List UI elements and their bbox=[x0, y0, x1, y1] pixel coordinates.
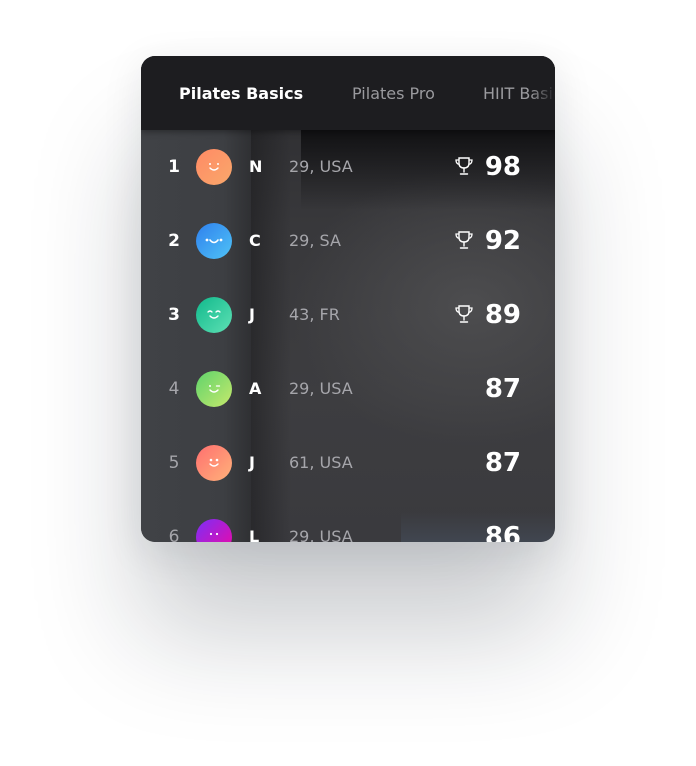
avatar bbox=[196, 445, 232, 481]
user-age-country: 29, USA bbox=[289, 379, 353, 398]
avatar bbox=[196, 297, 232, 333]
list-item[interactable]: 4 A 29, USA 87 bbox=[141, 352, 555, 426]
leaderboard-card: Pilates Basics Pilates Pro HIIT Basics 1… bbox=[141, 56, 555, 542]
user-initial: J bbox=[249, 453, 255, 472]
user-age-country: 29, SA bbox=[289, 231, 341, 250]
list-item[interactable]: 3 J 43, FR 89 bbox=[141, 278, 555, 352]
trophy-icon bbox=[455, 305, 473, 323]
trophy-icon bbox=[455, 157, 473, 175]
avatar bbox=[196, 371, 232, 407]
workout-tabs: Pilates Basics Pilates Pro HIIT Basics bbox=[141, 56, 555, 130]
squint-face-icon bbox=[207, 310, 221, 319]
page: Pilates Basics Pilates Pro HIIT Basics 1… bbox=[0, 0, 696, 766]
avatar bbox=[196, 223, 232, 259]
face-icon bbox=[209, 532, 219, 536]
tab-hiit-basics[interactable]: HIIT Basics bbox=[483, 83, 555, 105]
score-value: 89 bbox=[484, 300, 521, 330]
grin-face-icon bbox=[209, 458, 219, 467]
user-age-country: 29, USA bbox=[289, 527, 353, 542]
tab-pilates-basics[interactable]: Pilates Basics bbox=[179, 83, 303, 105]
rank-number: 1 bbox=[168, 157, 180, 177]
rank-number: 6 bbox=[168, 527, 180, 542]
rank-number: 5 bbox=[168, 453, 180, 473]
user-initial: L bbox=[249, 527, 260, 542]
tab-pilates-pro[interactable]: Pilates Pro bbox=[352, 83, 435, 105]
user-initial: A bbox=[249, 379, 262, 398]
score-value: 87 bbox=[484, 448, 521, 478]
avatar bbox=[196, 519, 232, 542]
rank-number: 2 bbox=[168, 231, 180, 251]
user-age-country: 29, USA bbox=[289, 157, 353, 176]
score-value: 87 bbox=[484, 374, 521, 404]
score-value: 86 bbox=[484, 522, 521, 542]
user-age-country: 61, USA bbox=[289, 453, 353, 472]
list-item[interactable]: 6 L 29, USA 86 bbox=[141, 500, 555, 542]
user-initial: C bbox=[249, 231, 261, 250]
score-value: 92 bbox=[484, 226, 521, 256]
smile-face-icon bbox=[209, 163, 219, 171]
happy-face-icon bbox=[205, 238, 223, 244]
score-value: 98 bbox=[484, 152, 521, 182]
wink-face-icon bbox=[209, 385, 221, 393]
list-item[interactable]: 5 J 61, USA 87 bbox=[141, 426, 555, 500]
user-initial: J bbox=[249, 305, 255, 324]
avatar bbox=[196, 149, 232, 185]
leaderboard-list: 1 N 29, USA 98 2 C 29, SA 92 3 J 43, FR … bbox=[141, 130, 555, 542]
list-item[interactable]: 2 C 29, SA 92 bbox=[141, 204, 555, 278]
user-age-country: 43, FR bbox=[289, 305, 340, 324]
rank-number: 3 bbox=[168, 305, 180, 325]
rank-number: 4 bbox=[168, 379, 180, 399]
user-initial: N bbox=[249, 157, 263, 176]
trophy-icon bbox=[455, 231, 473, 249]
list-item[interactable]: 1 N 29, USA 98 bbox=[141, 130, 555, 204]
